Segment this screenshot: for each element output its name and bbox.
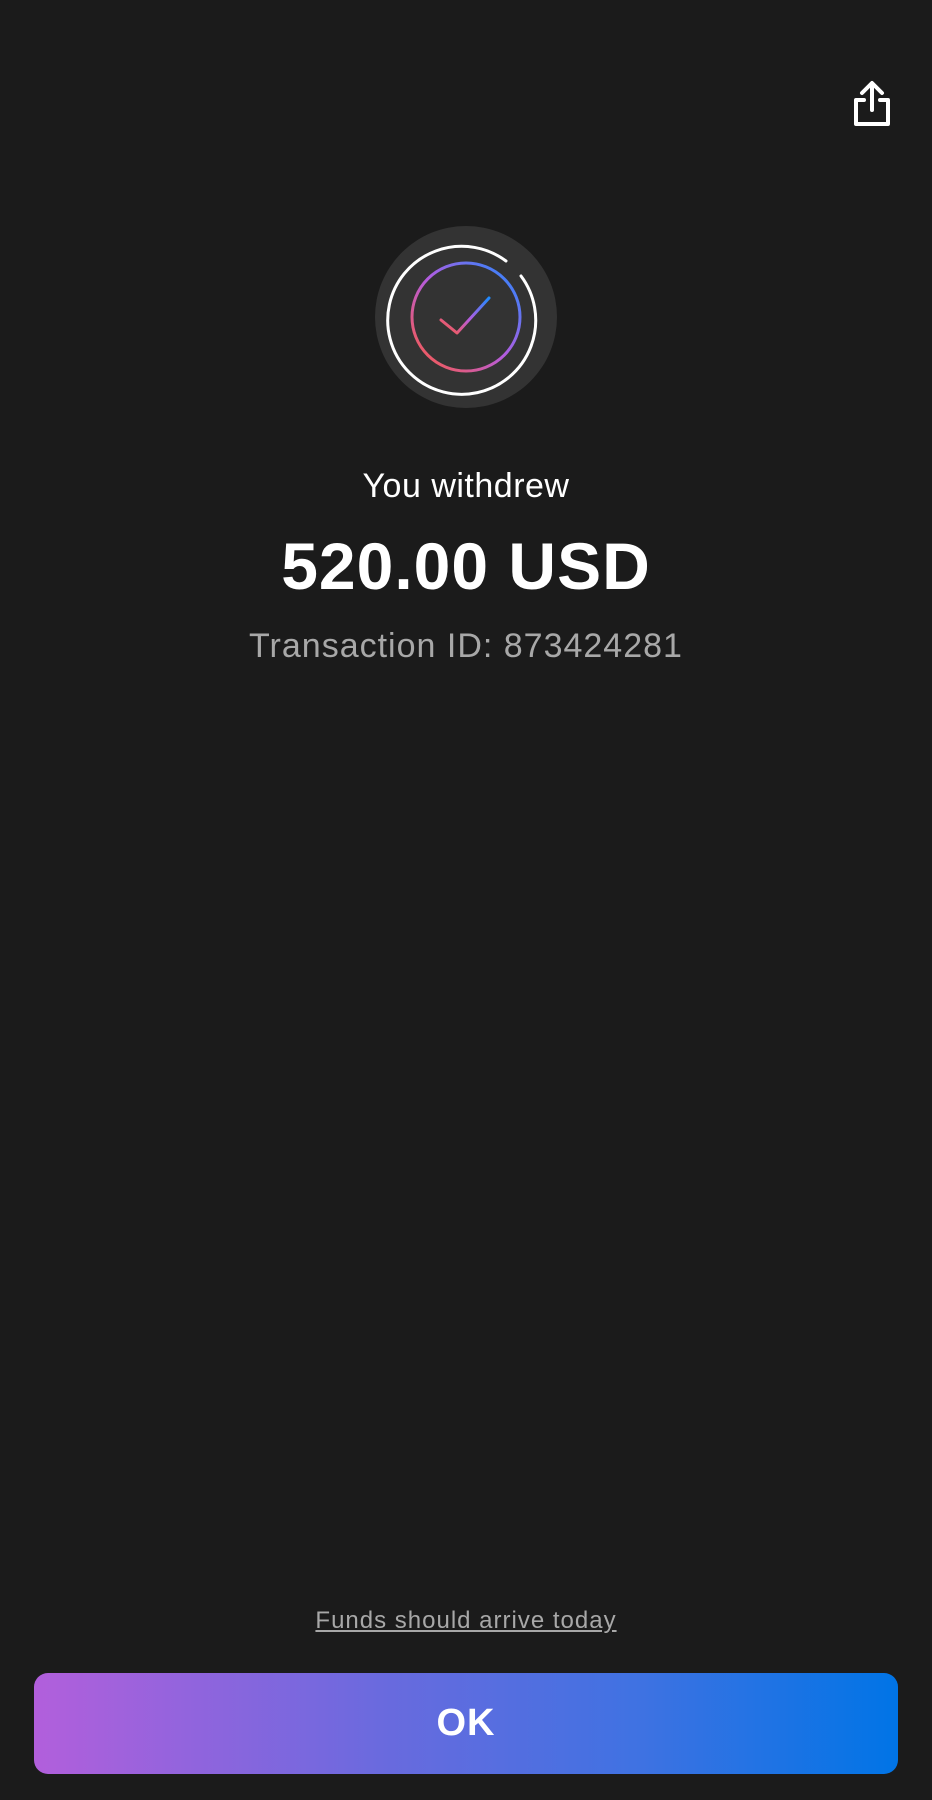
ok-button[interactable]: OK — [34, 1673, 898, 1774]
transaction-id: Transaction ID: 873424281 — [249, 627, 683, 665]
arrival-info-text[interactable]: Funds should arrive today — [315, 1607, 616, 1634]
share-icon — [854, 81, 890, 126]
success-badge — [375, 226, 557, 408]
share-button[interactable] — [844, 76, 900, 132]
check-circle-icon — [375, 226, 557, 408]
withdrew-label: You withdrew — [362, 467, 570, 505]
amount-value: 520.00 USD — [281, 529, 651, 603]
arrival-info-link: Funds should arrive today — [0, 1606, 932, 1636]
